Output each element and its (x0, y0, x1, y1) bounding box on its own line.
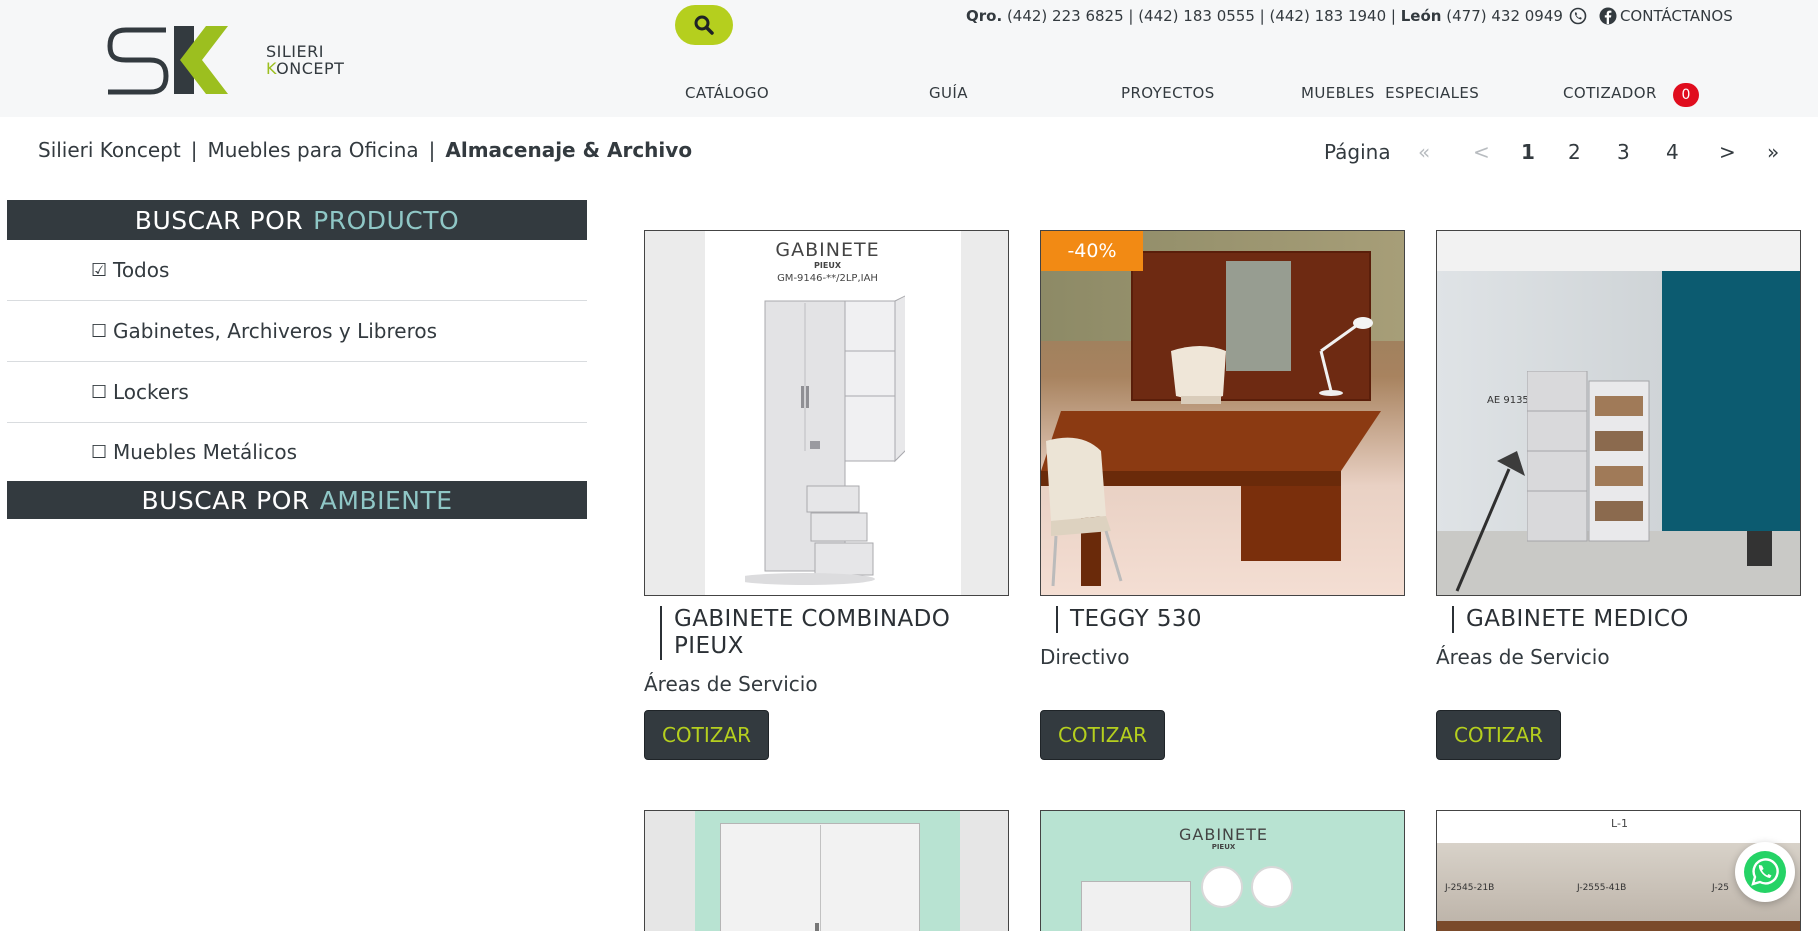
nav-cotizador[interactable]: COTIZADOR (1563, 84, 1657, 102)
pagination-first[interactable]: « (1418, 140, 1430, 164)
main-nav: CATÁLOGO GUÍA PROYECTOS MUEBLES ESPECIAL… (640, 84, 1720, 108)
product-image[interactable]: GABINETE PIEUX (1040, 810, 1405, 931)
image-label: AE 9135 (1487, 395, 1529, 406)
filter-heading-product: BUSCAR POR PRODUCTO (7, 200, 587, 240)
whatsapp-icon[interactable] (1569, 7, 1587, 25)
brand-name-rest: ONCEPT (276, 59, 345, 78)
filter-item-label: Gabinetes, Archiveros y Libreros (113, 319, 438, 343)
wood-shelf (1437, 921, 1800, 931)
filter-item-muebles-metalicos[interactable]: ☐ Muebles Metálicos (7, 423, 587, 481)
brand-name: SILIERI KONCEPT (266, 43, 344, 77)
nav-catalogo[interactable]: CATÁLOGO (685, 84, 769, 102)
filter-item-label: Todos (113, 258, 170, 282)
contact-bar: Qro. (442) 223 6825 | (442) 183 0555 | (… (966, 6, 1733, 26)
filter-item-label: Muebles Metálicos (113, 440, 297, 464)
whatsapp-chat-button[interactable] (1735, 842, 1795, 902)
cotizar-button[interactable]: COTIZAR (1040, 710, 1165, 760)
cotizar-button[interactable]: COTIZAR (1436, 710, 1561, 760)
floor-lamp-illustration (1455, 451, 1525, 592)
cabinet-illustration (1527, 371, 1650, 542)
nav-guia[interactable]: GUÍA (929, 84, 968, 102)
phones-leon[interactable]: (477) 432 0949 (1446, 7, 1563, 25)
sk-logo-mark (107, 26, 228, 95)
cabinet-door-seam (820, 825, 821, 931)
pagination-page-2[interactable]: 2 (1568, 140, 1581, 164)
checkbox-checked-icon[interactable]: ☑ (91, 260, 113, 281)
pagination-label: Página (1324, 140, 1391, 164)
pagination-last[interactable]: » (1767, 140, 1779, 164)
checkbox-icon[interactable]: ☐ (91, 442, 113, 463)
product-category: Directivo (1040, 645, 1130, 669)
checkbox-icon[interactable]: ☐ (91, 382, 113, 403)
pagination-page-3[interactable]: 3 (1617, 140, 1630, 164)
brand-name-line1: SILIERI (266, 42, 324, 61)
cabinet-illustration (745, 295, 905, 585)
breadcrumb-home[interactable]: Silieri Koncept (38, 138, 181, 162)
discount-badge: -40% (1041, 231, 1143, 271)
filter-item-label: Lockers (113, 380, 189, 404)
pagination-page-4[interactable]: 4 (1666, 140, 1679, 164)
search-button[interactable] (675, 5, 733, 45)
product-title[interactable]: TEGGY 530 (1056, 606, 1396, 633)
breadcrumb-separator: | (428, 138, 436, 162)
product-image[interactable]: GABINETE PIEUX GM-9146-**/2LP,IAH (644, 230, 1009, 596)
breadcrumb-separator: | (190, 138, 198, 162)
filter-item-todos[interactable]: ☑ Todos (7, 240, 587, 301)
image-code: GM-9146-**/2LP,IAH (777, 273, 878, 284)
filter-heading-prefix: BUSCAR POR (134, 205, 304, 235)
image-code: J-25 (1712, 883, 1730, 893)
ceiling (1437, 231, 1800, 271)
image-subheading: PIEUX (1211, 843, 1236, 851)
image-heading: L-1 (1611, 817, 1628, 830)
product-image[interactable] (644, 810, 1009, 931)
image-heading: GABINETE (775, 239, 880, 261)
image-heading: GABINETE (1179, 825, 1268, 844)
filter-heading-prefix: BUSCAR POR (141, 485, 310, 515)
pagination-page-1[interactable]: 1 (1521, 140, 1535, 164)
image-subheading: PIEUX (814, 261, 841, 270)
search-icon (694, 15, 714, 35)
checkbox-icon[interactable]: ☐ (91, 321, 113, 342)
city-queretaro: Qro. (966, 7, 1003, 25)
product-category: Áreas de Servicio (1436, 645, 1610, 669)
filter-heading-ambient[interactable]: BUSCAR POR AMBIENTE (7, 481, 587, 519)
product-title[interactable]: GABINETE COMBINADO PIEUX (660, 606, 1000, 660)
nav-muebles-especiales[interactable]: MUEBLES ESPECIALES (1301, 84, 1479, 102)
city-leon: León (1400, 7, 1442, 25)
breadcrumb: Silieri Koncept | Muebles para Oficina | Alm… (38, 138, 692, 162)
filter-item-lockers[interactable]: ☐ Lockers (7, 362, 587, 423)
filter-heading-accent: AMBIENTE (319, 485, 453, 515)
product-title[interactable]: GABINETE MEDICO (1452, 606, 1792, 633)
pagination-prev[interactable]: < (1473, 140, 1490, 164)
product-image[interactable]: -40% (1040, 230, 1405, 596)
trash-bin (1747, 531, 1772, 566)
detail-circle (1201, 866, 1243, 908)
brand-name-line2: KONCEPT (266, 60, 344, 77)
filter-sidebar: BUSCAR POR PRODUCTO ☑ Todos ☐ Gabinetes,… (7, 200, 587, 519)
phones-queretaro[interactable]: (442) 223 6825 | (442) 183 0555 | (442) … (1007, 7, 1396, 25)
detail-circle (1251, 866, 1293, 908)
brand-logo[interactable]: SILIERI KONCEPT (104, 22, 364, 98)
facebook-icon[interactable] (1599, 7, 1617, 25)
breadcrumb-category[interactable]: Muebles para Oficina (207, 138, 418, 162)
image-code: J-2545-21B (1445, 883, 1495, 893)
product-image[interactable]: AE 9135 (1436, 230, 1801, 596)
filter-heading-accent: PRODUCTO (313, 205, 460, 235)
desk-lamp-illustration (1319, 317, 1373, 396)
contact-link[interactable]: CONTÁCTANOS (1620, 7, 1733, 25)
breadcrumb-current: Almacenaje & Archivo (445, 138, 693, 162)
cotizar-button[interactable]: COTIZAR (644, 710, 769, 760)
pagination-next[interactable]: > (1719, 140, 1736, 164)
product-category: Áreas de Servicio (644, 672, 818, 696)
visitor-chair-illustration (1046, 437, 1123, 587)
cart-count-badge[interactable]: 0 (1673, 83, 1699, 107)
cabinet-lock (815, 923, 819, 931)
site-header: SILIERI KONCEPT Qro. (442) 223 6825 | (4… (0, 0, 1818, 117)
image-code: J-2555-41B (1577, 883, 1627, 893)
whatsapp-icon (1744, 851, 1786, 893)
brand-name-k: K (266, 59, 277, 78)
nav-proyectos[interactable]: PROYECTOS (1121, 84, 1215, 102)
cabinet-illustration (1081, 881, 1191, 931)
filter-item-gabinetes[interactable]: ☐ Gabinetes, Archiveros y Libreros (7, 301, 587, 362)
